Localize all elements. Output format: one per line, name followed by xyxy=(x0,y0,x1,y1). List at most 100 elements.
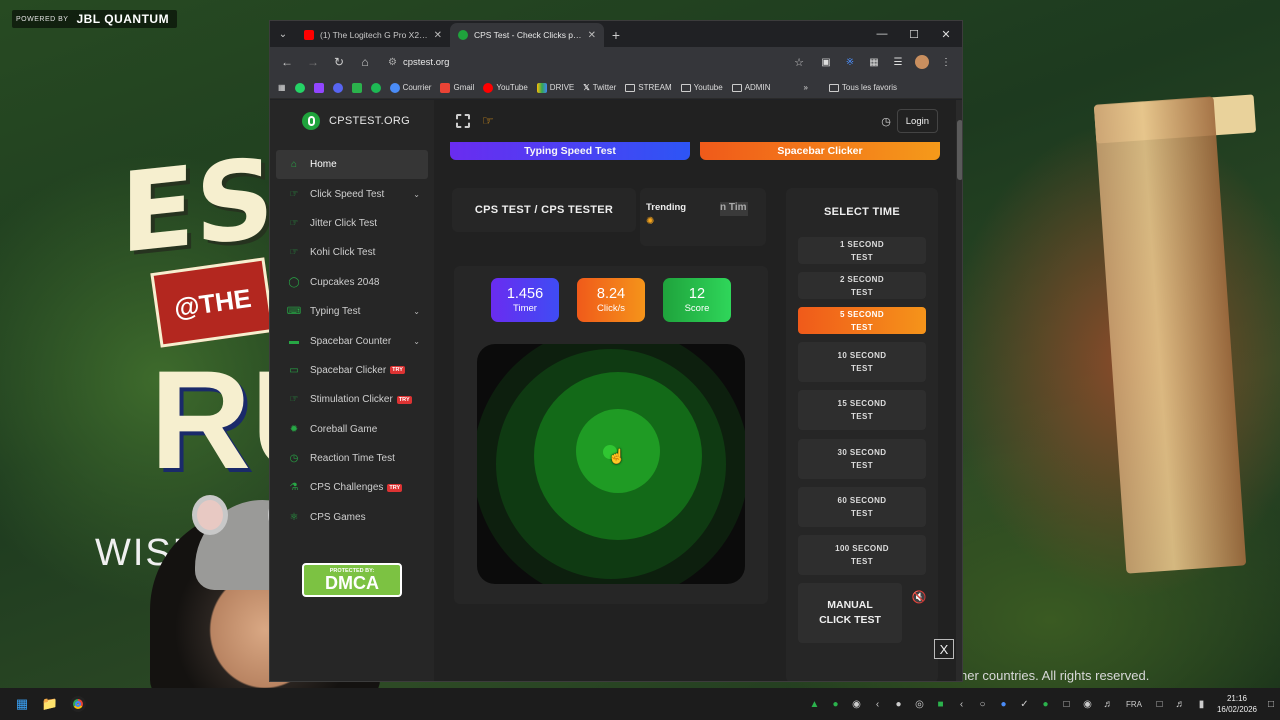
sound-muted-icon[interactable]: 🔇 xyxy=(908,586,930,608)
tray-speaker-icon[interactable]: ♬ xyxy=(1170,688,1191,720)
chevron-down-icon[interactable]: ⌄ xyxy=(413,190,420,199)
bookmark-drive[interactable]: DRIVE xyxy=(536,82,574,93)
whatsapp-bookmark-icon[interactable] xyxy=(294,82,305,93)
sidebar-item-typing-test[interactable]: ⌨ Typing Test ⌄ xyxy=(276,297,428,326)
time-option-1-second-test[interactable]: 1 SECOND TEST xyxy=(798,237,926,264)
notifications-icon[interactable]: □ xyxy=(1262,688,1280,720)
new-tab-plus-icon[interactable]: + xyxy=(604,23,628,47)
tab-close-icon[interactable]: ✕ xyxy=(588,30,596,41)
bookmark-youtube[interactable]: YouTube xyxy=(483,82,528,93)
page-scrollbar[interactable] xyxy=(956,100,962,681)
tray-network-icon[interactable]: □ xyxy=(1149,688,1170,720)
tray-usb-icon[interactable]: □ xyxy=(1056,688,1077,720)
sidebar-item-click-speed-test[interactable]: ☞ Click Speed Test ⌄ xyxy=(276,179,428,208)
address-bar[interactable]: ⚙ cpstest.org ☆ xyxy=(380,51,812,73)
tab-close-icon[interactable]: ✕ xyxy=(434,30,442,41)
fullscreen-icon[interactable] xyxy=(456,114,470,128)
discord-bookmark-icon[interactable] xyxy=(332,82,343,93)
maximize-icon[interactable]: ☐ xyxy=(898,21,930,47)
tray-app2-icon[interactable]: ◎ xyxy=(909,688,930,720)
tray-language[interactable]: FRA xyxy=(1119,688,1149,720)
chevron-down-icon[interactable]: ⌄ xyxy=(413,337,420,346)
bookmark-stream[interactable]: STREAM xyxy=(625,83,672,92)
chrome-taskbar-icon[interactable] xyxy=(64,690,92,718)
manual-click-test-button[interactable]: MANUAL CLICK TEST xyxy=(798,583,902,643)
history-icon[interactable]: ◷ xyxy=(876,111,896,131)
tray-app4-icon[interactable]: ○ xyxy=(972,688,993,720)
bookmark-star-icon[interactable]: ☆ xyxy=(794,56,804,69)
tray-bluetooth-icon[interactable]: ● xyxy=(993,688,1014,720)
trending-marquee[interactable]: n Tim xyxy=(720,202,748,216)
sidebar-item-spacebar-counter[interactable]: ▬ Spacebar Counter ⌄ xyxy=(276,326,428,355)
bookmark-twitter[interactable]: 𝕏 Twitter xyxy=(583,83,616,92)
tray-battery-icon[interactable]: ▮ xyxy=(1191,688,1212,720)
tray-steam-icon[interactable]: ● xyxy=(888,688,909,720)
forward-arrow-icon[interactable]: → xyxy=(302,51,324,73)
close-window-icon[interactable]: ✕ xyxy=(930,21,962,47)
bookmark-gmail[interactable]: Gmail xyxy=(440,82,474,93)
login-button[interactable]: Login xyxy=(896,109,938,133)
minimize-icon[interactable]: — xyxy=(866,21,898,47)
windows-start-icon[interactable]: ▦ xyxy=(8,690,36,718)
bookmark-youtube-folder[interactable]: Youtube xyxy=(680,83,723,92)
tray-app5-icon[interactable]: ◉ xyxy=(1077,688,1098,720)
bookmark-courrier[interactable]: Courrier xyxy=(389,82,431,93)
profile-avatar[interactable] xyxy=(912,52,932,72)
sidebar-item-home[interactable]: ⌂ Home xyxy=(276,150,428,180)
time-option-100-second-test[interactable]: 100 SECOND TEST xyxy=(798,535,926,575)
sidebar-item-reaction-time-test[interactable]: ◷ Reaction Time Test xyxy=(276,444,428,473)
click-area[interactable]: ☝ xyxy=(477,344,745,584)
time-option-30-second-test[interactable]: 30 SECOND TEST xyxy=(798,439,926,479)
site-logo[interactable]: CPSTEST.ORG xyxy=(270,100,434,142)
dmca-protected-badge[interactable]: PROTECTED BY: DMCA xyxy=(302,563,402,597)
tray-check-icon[interactable]: ✓ xyxy=(1014,688,1035,720)
twitch-bookmark-icon[interactable] xyxy=(313,82,324,93)
time-option-60-second-test[interactable]: 60 SECOND TEST xyxy=(798,487,926,527)
taskbar-clock[interactable]: 21:16 16/02/2026 xyxy=(1212,693,1262,715)
sidebar-item-stimulation-clicker[interactable]: ☞ Stimulation Clicker TRY xyxy=(276,385,428,414)
sidebar-item-kohi-click-test[interactable]: ☞ Kohi Click Test xyxy=(276,238,428,267)
sidebar-item-coreball-game[interactable]: ✹ Coreball Game xyxy=(276,415,428,444)
bookmark-all[interactable]: Tous les favoris xyxy=(828,83,897,92)
sidebar-item-jitter-click-test[interactable]: ☞ Jitter Click Test xyxy=(276,209,428,238)
time-option-5-second-test[interactable]: 5 SECOND TEST xyxy=(798,307,926,334)
audio-extension-icon[interactable]: ※ xyxy=(840,52,860,72)
tray-volume-icon[interactable]: ♬ xyxy=(1098,688,1119,720)
sidebar-item-spacebar-clicker[interactable]: ▭ Spacebar Clicker TRY xyxy=(276,356,428,385)
tray-arrow-icon[interactable]: ‹ xyxy=(867,688,888,720)
menu-kebab-icon[interactable]: ⋮ xyxy=(936,52,956,72)
tab-youtube[interactable]: (1) The Logitech G Pro X2 Supe ✕ xyxy=(296,23,450,47)
extensions-puzzle-icon[interactable]: ▦ xyxy=(864,52,884,72)
spotify-bookmark-icon[interactable] xyxy=(370,82,381,93)
time-option-15-second-test[interactable]: 15 SECOND TEST xyxy=(798,390,926,430)
green-bookmark-icon[interactable] xyxy=(351,82,362,93)
tray-app-icon[interactable]: ● xyxy=(825,688,846,720)
typing-speed-test-button[interactable]: Typing Speed Test xyxy=(450,142,690,160)
tab-cpstest[interactable]: CPS Test - Check Clicks per Sec ✕ xyxy=(450,23,604,47)
back-arrow-icon[interactable]: ← xyxy=(276,51,298,73)
extension-icon[interactable]: ▣ xyxy=(816,52,836,72)
tray-green-icon[interactable]: ■ xyxy=(930,688,951,720)
scrollbar-thumb[interactable] xyxy=(957,120,962,180)
bookmark-admin[interactable]: ADMIN xyxy=(731,83,770,92)
site-info-icon[interactable]: ⚙ xyxy=(388,57,397,68)
tab-search-chevron-icon[interactable]: ⌄ xyxy=(270,21,296,47)
tray-discord-icon[interactable]: ◉ xyxy=(846,688,867,720)
apps-grid-icon[interactable]: ▦ xyxy=(278,83,286,92)
pointing-hand-icon[interactable]: ☞ xyxy=(482,113,494,129)
close-ad-button[interactable]: X xyxy=(934,639,954,659)
home-icon[interactable]: ⌂ xyxy=(354,51,376,73)
tray-security-icon[interactable]: ● xyxy=(1035,688,1056,720)
tray-app3-icon[interactable]: ‹ xyxy=(951,688,972,720)
spacebar-clicker-button[interactable]: Spacebar Clicker xyxy=(700,142,940,160)
sidebar-item-cps-challenges[interactable]: ⚗ CPS Challenges TRY xyxy=(276,473,428,502)
more-bookmarks-chevron-icon[interactable]: » xyxy=(803,83,807,92)
time-option-2-second-test[interactable]: 2 SECOND TEST xyxy=(798,272,926,299)
sidebar-item-cps-games[interactable]: ⚛ CPS Games xyxy=(276,503,428,532)
tray-nvidia-icon[interactable]: ▲ xyxy=(804,688,825,720)
sidebar-item-cupcakes-2048[interactable]: ◯ Cupcakes 2048 xyxy=(276,268,428,297)
file-explorer-icon[interactable]: 📁 xyxy=(36,690,64,718)
media-control-icon[interactable]: ☰ xyxy=(888,52,908,72)
time-option-10-second-test[interactable]: 10 SECOND TEST xyxy=(798,342,926,382)
reload-icon[interactable]: ↻ xyxy=(328,51,350,73)
